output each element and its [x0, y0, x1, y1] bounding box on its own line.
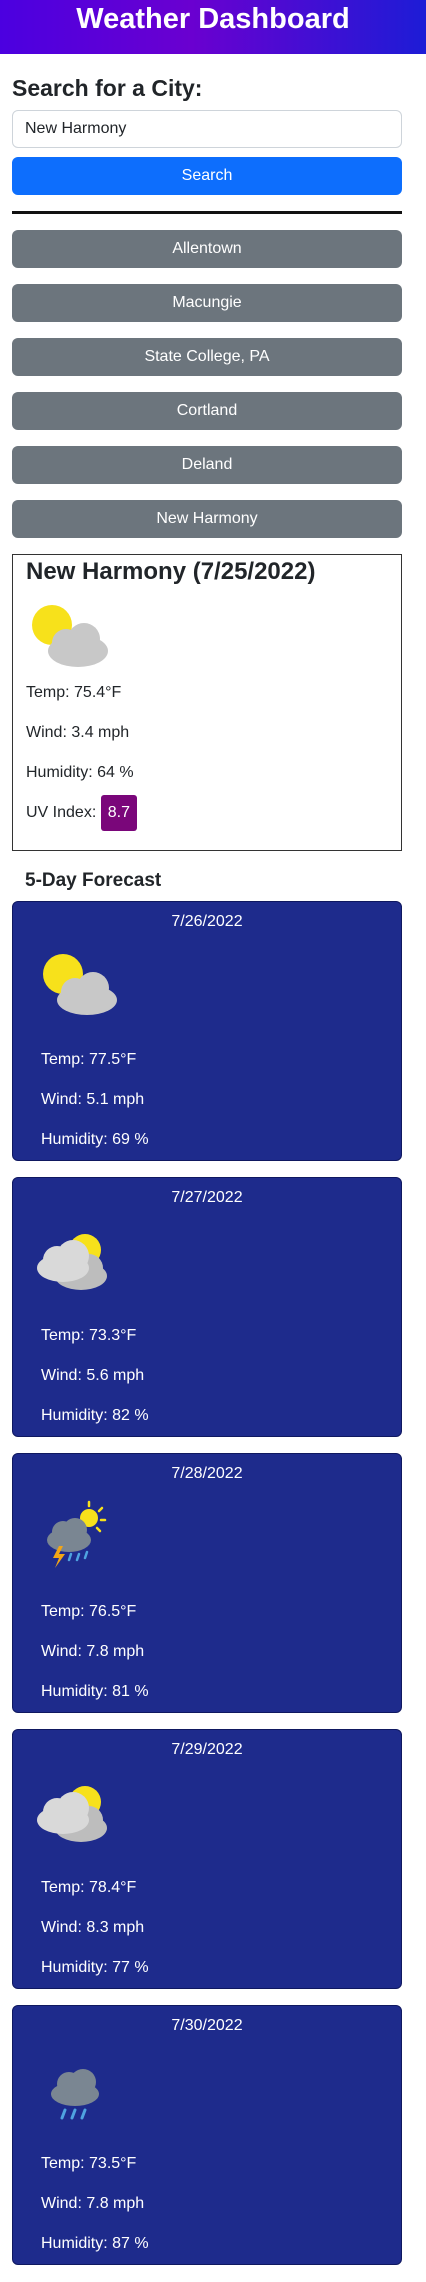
forecast-heading: 5-Day Forecast [25, 870, 162, 891]
uv-label: UV Index: [26, 804, 97, 821]
thunderstorm-icon [29, 1496, 119, 1576]
mostly-cloudy-icon [29, 1220, 119, 1300]
forecast-humidity: Humidity: 77 % [41, 1959, 149, 1976]
current-temp: Temp: 75.4°F [26, 684, 122, 701]
history-button-macungie[interactable]: Macungie [12, 284, 402, 322]
search-history: Allentown Macungie State College, PA Cor… [12, 230, 414, 538]
forecast-humidity: Humidity: 87 % [41, 2235, 149, 2252]
uv-index-badge: 8.7 [100, 794, 137, 831]
mostly-cloudy-icon [29, 1772, 119, 1852]
forecast-date: 7/29/2022 [171, 1741, 243, 1758]
history-button-cortland[interactable]: Cortland [12, 392, 402, 430]
forecast-card: 7/28/2022 Temp: 76.5°F Wind: 7.8 mph Hum… [12, 1453, 402, 1713]
forecast-temp: Temp: 73.3°F [41, 1327, 137, 1344]
forecast-date: 7/27/2022 [171, 1189, 243, 1206]
forecast-date: 7/28/2022 [171, 1465, 243, 1482]
forecast-humidity: Humidity: 69 % [41, 1131, 149, 1148]
forecast-date: 7/26/2022 [171, 913, 243, 930]
forecast-wind: Wind: 5.6 mph [41, 1367, 145, 1384]
search-button[interactable]: Search [12, 157, 402, 195]
forecast-humidity: Humidity: 82 % [41, 1407, 149, 1424]
current-uv: UV Index: 8.7 [26, 793, 388, 833]
page-title: Weather Dashboard [76, 3, 350, 35]
city-search-input[interactable] [12, 110, 402, 148]
forecast-temp: Temp: 76.5°F [41, 1603, 137, 1620]
forecast-card: 7/27/2022 Temp: 73.3°F Wind: 5.6 mph Hum… [12, 1177, 402, 1437]
current-wind: Wind: 3.4 mph [26, 724, 130, 741]
search-heading: Search for a City: [12, 75, 203, 101]
forecast-card: 7/30/2022 Temp: 73.5°F Wind: 7.8 mph Hum… [12, 2005, 402, 2265]
current-humidity: Humidity: 64 % [26, 764, 134, 781]
history-button-allentown[interactable]: Allentown [12, 230, 402, 268]
forecast-wind: Wind: 8.3 mph [41, 1919, 145, 1936]
forecast-date: 7/30/2022 [171, 2017, 243, 2034]
rain-icon [29, 2048, 119, 2128]
page-header: Weather Dashboard [0, 0, 426, 54]
history-button-deland[interactable]: Deland [12, 446, 402, 484]
current-weather-card: New Harmony (7/25/2022) Temp: 75.4°F Win… [12, 554, 402, 851]
forecast-temp: Temp: 78.4°F [41, 1879, 137, 1896]
forecast-card: 7/29/2022 Temp: 78.4°F Wind: 8.3 mph Hum… [12, 1729, 402, 1989]
forecast-wind: Wind: 7.8 mph [41, 2195, 145, 2212]
divider [12, 211, 402, 214]
forecast-humidity: Humidity: 81 % [41, 1683, 149, 1700]
history-button-state-college[interactable]: State College, PA [12, 338, 402, 376]
forecast-temp: Temp: 77.5°F [41, 1051, 137, 1068]
forecast-wind: Wind: 5.1 mph [41, 1091, 145, 1108]
current-city-title: New Harmony (7/25/2022) [26, 558, 316, 585]
partly-cloudy-icon [29, 944, 119, 1024]
history-button-new-harmony[interactable]: New Harmony [12, 500, 402, 538]
forecast-wind: Wind: 7.8 mph [41, 1643, 145, 1660]
forecast-temp: Temp: 73.5°F [41, 2155, 137, 2172]
forecast-card: 7/26/2022 Temp: 77.5°F Wind: 5.1 mph Hum… [12, 901, 402, 1161]
partly-cloudy-icon [26, 601, 110, 673]
